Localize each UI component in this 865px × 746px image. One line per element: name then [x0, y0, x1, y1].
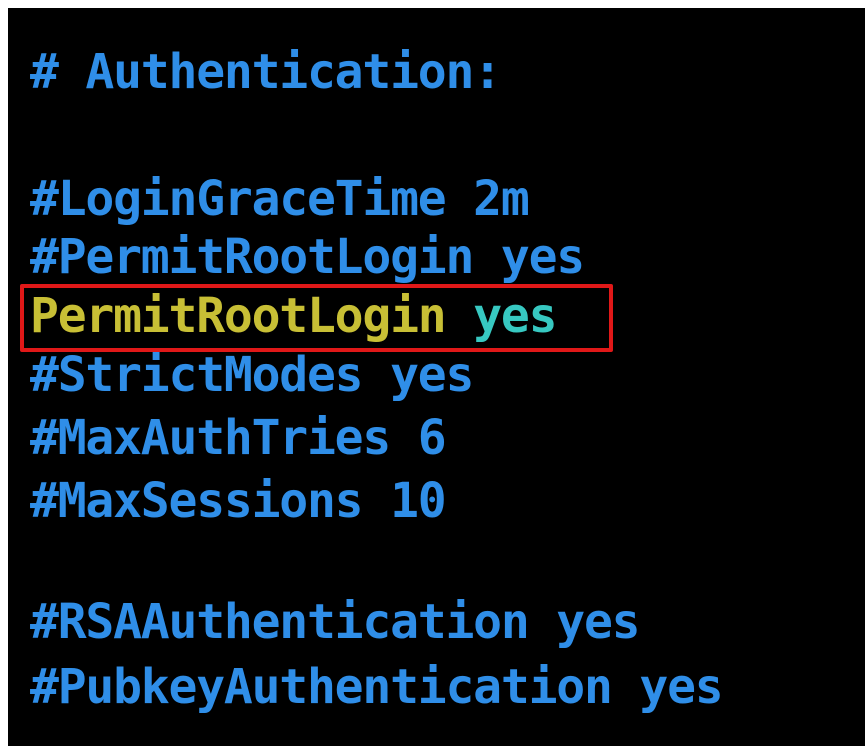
- rsa-authentication-line: #RSAAuthentication yes: [30, 594, 641, 650]
- max-auth-tries-line: #MaxAuthTries 6: [30, 410, 447, 466]
- max-sessions-line: #MaxSessions 10: [30, 473, 447, 529]
- highlight-box: [20, 284, 613, 352]
- authentication-header-line: # Authentication:: [30, 44, 502, 100]
- login-grace-time-line: #LoginGraceTime 2m: [30, 171, 530, 227]
- pubkey-authentication-line: #PubkeyAuthentication yes: [30, 659, 724, 715]
- permit-root-login-commented-line: #PermitRootLogin yes: [30, 229, 585, 285]
- strict-modes-line: #StrictModes yes: [30, 347, 474, 403]
- terminal-window: # Authentication: #LoginGraceTime 2m #Pe…: [8, 8, 865, 746]
